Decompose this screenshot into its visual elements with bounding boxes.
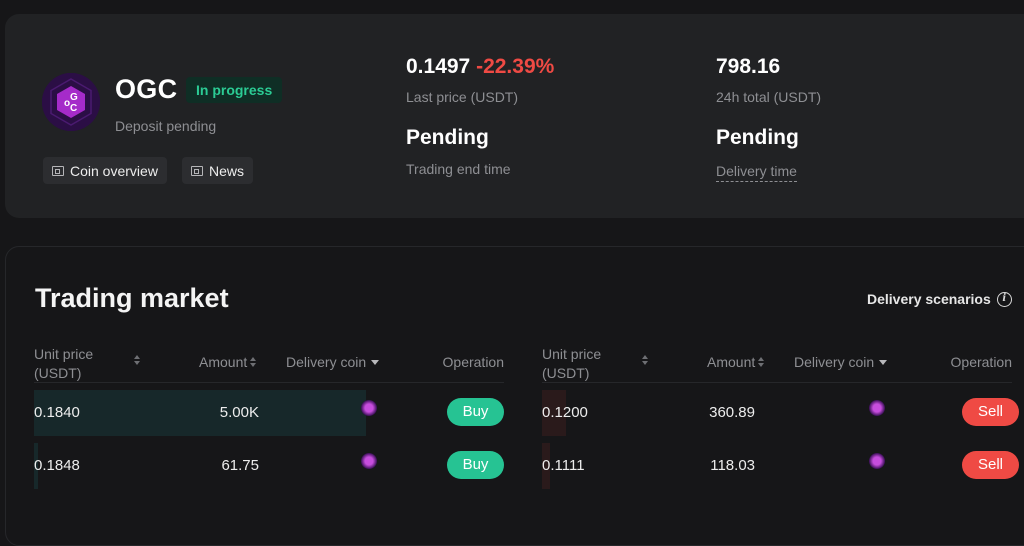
delivery-coin-filter[interactable]: Delivery coin	[794, 354, 888, 370]
delivery-coin-icon	[869, 453, 885, 469]
order-price: 0.1840	[34, 404, 80, 421]
ogc-logo-icon: o G C	[42, 73, 100, 131]
amount-header-label: Amount	[707, 354, 756, 370]
last-price-label: Last price (USDT)	[406, 89, 519, 105]
buy-button[interactable]: Buy	[447, 451, 504, 479]
order-amount: 360.89	[709, 404, 755, 421]
trading-end-value: Pending	[406, 126, 489, 149]
delivery-time-value: Pending	[716, 126, 799, 149]
unit-price-header: Unit price (USDT)	[542, 346, 602, 381]
operation-header: Operation	[442, 354, 504, 370]
order-price: 0.1848	[34, 457, 80, 474]
last-price: 0.1497 -22.39%	[406, 55, 554, 79]
sell-order-book: Unit price (USDT) Amount Delivery coin O…	[542, 343, 1019, 495]
sort-icon	[642, 355, 648, 365]
order-amount: 118.03	[710, 457, 755, 474]
sell-order-row: 0.1111 118.03 Sell	[542, 443, 1019, 495]
buy-order-row: 0.1848 61.75 Buy	[34, 443, 504, 495]
buy-table-header: Unit price (USDT) Amount Delivery coin O…	[34, 343, 504, 383]
sort-icon	[758, 357, 765, 367]
sort-icon	[250, 357, 257, 367]
unit-price-header: Unit price (USDT)	[34, 346, 94, 381]
amount-header[interactable]: Amount	[199, 354, 257, 370]
buy-order-book: Unit price (USDT) Amount Delivery coin O…	[34, 343, 504, 495]
sell-order-row: 0.1200 360.89 Sell	[542, 390, 1019, 442]
buy-order-row: 0.1840 5.00K Buy	[34, 390, 504, 442]
delivery-coin-header-label: Delivery coin	[794, 354, 875, 370]
document-icon	[52, 165, 64, 176]
last-price-value: 0.1497	[406, 55, 471, 78]
coin-overview-button[interactable]: Coin overview	[43, 157, 167, 184]
order-amount: 61.75	[221, 457, 259, 474]
caret-down-icon	[879, 359, 888, 365]
sell-button[interactable]: Sell	[962, 398, 1019, 426]
coin-symbol: OGC	[115, 74, 178, 104]
delivery-scenarios-link[interactable]: Delivery scenarios i	[867, 291, 1012, 307]
unit-price-sort[interactable]	[642, 346, 648, 365]
delivery-scenarios-label: Delivery scenarios	[867, 291, 991, 307]
news-label: News	[209, 162, 245, 179]
amount-header[interactable]: Amount	[707, 354, 765, 370]
operation-header: Operation	[950, 354, 1012, 370]
order-amount: 5.00K	[219, 404, 259, 421]
delivery-coin-icon	[869, 400, 885, 416]
price-change: -22.39%	[476, 55, 555, 78]
order-price: 0.1200	[542, 404, 588, 421]
amount-header-label: Amount	[199, 354, 248, 370]
total-24h-value: 798.16	[716, 55, 781, 78]
coin-info-card	[5, 14, 1024, 218]
status-badge: In progress	[186, 77, 283, 103]
delivery-time-label[interactable]: Delivery time	[716, 163, 797, 182]
total-24h-label: 24h total (USDT)	[716, 89, 822, 105]
coin-overview-label: Coin overview	[70, 162, 158, 179]
delivery-coin-header-label: Delivery coin	[286, 354, 367, 370]
info-icon[interactable]: i	[996, 291, 1012, 307]
sort-icon	[134, 355, 140, 365]
caret-down-icon	[371, 359, 380, 365]
delivery-coin-icon	[361, 453, 377, 469]
trading-end-label: Trading end time	[406, 161, 511, 177]
sell-button[interactable]: Sell	[962, 451, 1019, 479]
buy-button[interactable]: Buy	[447, 398, 504, 426]
deposit-status: Deposit pending	[115, 118, 217, 134]
order-price: 0.1111	[542, 457, 585, 474]
sell-table-header: Unit price (USDT) Amount Delivery coin O…	[542, 343, 1012, 383]
depth-bar	[34, 390, 366, 436]
delivery-coin-icon	[361, 400, 377, 416]
document-icon	[191, 165, 203, 176]
delivery-coin-filter[interactable]: Delivery coin	[286, 354, 380, 370]
svg-text:C: C	[70, 103, 77, 114]
news-button[interactable]: News	[182, 157, 254, 184]
unit-price-sort[interactable]	[134, 346, 140, 365]
trading-market-title: Trading market	[35, 283, 229, 313]
svg-text:G: G	[70, 92, 78, 103]
